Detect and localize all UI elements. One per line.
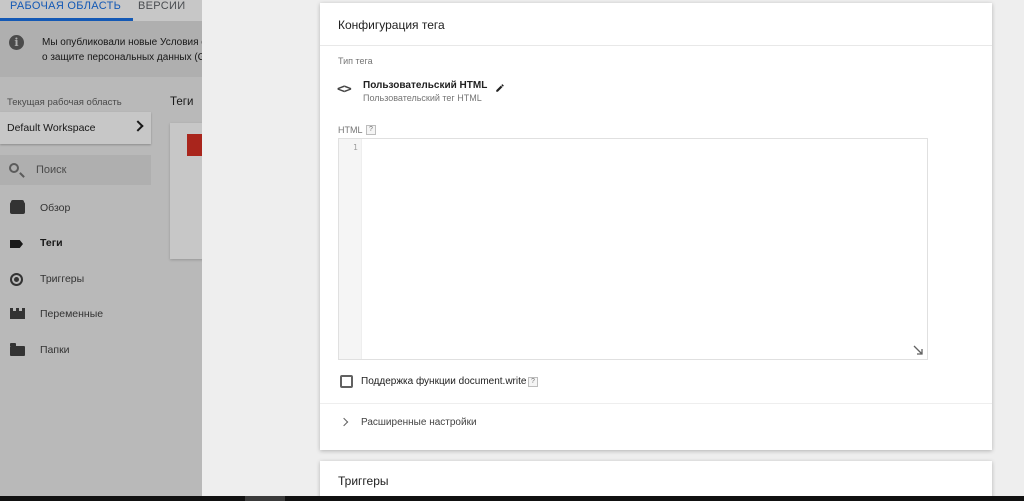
- help-icon[interactable]: ?: [366, 125, 376, 135]
- tag-type-label: Тип тега: [338, 56, 373, 66]
- tag-configuration-title: Конфигурация тега: [338, 18, 445, 32]
- html-code-editor[interactable]: 1: [338, 138, 928, 360]
- document-write-label: Поддержка функции document.write: [361, 376, 527, 387]
- line-number-gutter: 1: [339, 139, 362, 359]
- help-icon[interactable]: ?: [528, 377, 538, 387]
- tag-editor-panel: Конфигурация тега Тип тега <> Пользовате…: [202, 0, 1024, 501]
- tag-type-subtitle: Пользовательский тег HTML: [363, 93, 482, 103]
- divider: [320, 45, 992, 46]
- taskbar: [0, 496, 1024, 501]
- advanced-settings-toggle[interactable]: Расширенные настройки: [361, 417, 477, 428]
- html-label-text: HTML: [338, 125, 363, 135]
- html-label: HTML: [338, 125, 363, 135]
- pencil-icon[interactable]: [495, 83, 505, 93]
- divider: [320, 403, 992, 404]
- resize-handle-icon[interactable]: [913, 345, 923, 355]
- tag-type-name[interactable]: Пользовательский HTML: [363, 80, 487, 91]
- code-icon: <>: [337, 82, 352, 97]
- triggers-card[interactable]: Триггеры: [320, 461, 992, 501]
- tag-configuration-card: Конфигурация тега Тип тега <> Пользовате…: [320, 3, 992, 450]
- taskbar-segment: [245, 496, 285, 501]
- document-write-checkbox[interactable]: [340, 375, 353, 388]
- triggers-title: Триггеры: [338, 474, 389, 488]
- modal-scrim[interactable]: [0, 0, 202, 501]
- line-number: 1: [353, 143, 358, 152]
- chevron-right-icon[interactable]: [339, 417, 349, 427]
